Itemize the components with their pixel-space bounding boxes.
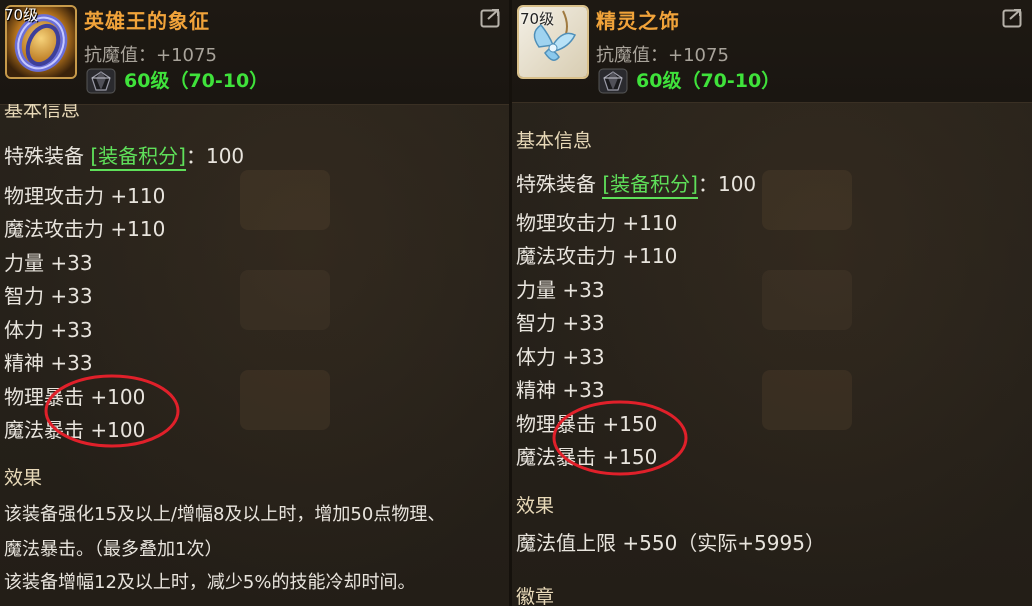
item-level-label: 70级 bbox=[520, 10, 555, 28]
stat-line: 智力 +33 bbox=[516, 311, 605, 335]
black-gem-icon bbox=[86, 68, 116, 94]
item-level-label: 70级 bbox=[4, 6, 39, 24]
item-header: 70级 精灵之饰 抗魔值：+1075 60级（70-10） bbox=[512, 0, 1032, 103]
stat-line: 力量 +33 bbox=[4, 251, 93, 275]
item-header: 70级 英雄王的象征 抗魔值：+1075 60级（70-10） bbox=[0, 0, 510, 105]
special-equipment-line: 特殊装备 [装备积分]：100 bbox=[516, 168, 757, 199]
section-emblem-title: 徽章 bbox=[516, 586, 555, 606]
section-effect-title: 效果 bbox=[516, 495, 555, 517]
special-label: 特殊装备 bbox=[516, 172, 596, 196]
item-tooltip-right: 70级 精灵之饰 抗魔值：+1075 60级（70-10） 基本信息 特殊装备 … bbox=[512, 0, 1032, 606]
stat-line: 精神 +33 bbox=[516, 378, 605, 402]
stat-line: 魔法攻击力 +110 bbox=[4, 217, 166, 241]
special-equipment-line: 特殊装备 [装备积分]：100 bbox=[4, 140, 245, 171]
stat-line: 智力 +33 bbox=[4, 284, 93, 308]
stat-line: 物理暴击 +100 bbox=[4, 385, 146, 409]
item-name: 精灵之饰 bbox=[596, 9, 680, 33]
special-label: 特殊装备 bbox=[4, 144, 84, 168]
section-basic-title: 基本信息 bbox=[516, 130, 593, 152]
effect-line: 魔法值上限 +550（实际+5995） bbox=[516, 531, 825, 555]
section-basic-title: 基本信息 bbox=[4, 104, 81, 118]
score-value: ：100 bbox=[185, 144, 245, 168]
item-grade: 60级（70-10） bbox=[636, 70, 781, 92]
black-gem-icon bbox=[598, 68, 628, 94]
effect-line: 该装备强化15及以上/增幅8及以上时，增加50点物理、 bbox=[4, 504, 446, 525]
stat-line: 魔法暴击 +150 bbox=[516, 445, 658, 469]
section-effect-title: 效果 bbox=[4, 467, 43, 489]
item-tooltip-left: 70级 英雄王的象征 抗魔值：+1075 60级（70-10） 基本信息 特殊装… bbox=[0, 0, 510, 606]
resist-value: 抗魔值：+1075 bbox=[84, 45, 217, 66]
stat-line: 魔法暴击 +100 bbox=[4, 418, 146, 442]
effect-line: 该装备增幅12及以上时，减少5%的技能冷却时间。 bbox=[4, 572, 416, 593]
item-grade: 60级（70-10） bbox=[124, 70, 269, 92]
resist-value: 抗魔值：+1075 bbox=[596, 45, 729, 66]
stat-line: 体力 +33 bbox=[4, 318, 93, 342]
stat-line: 物理暴击 +150 bbox=[516, 412, 658, 436]
stat-line: 物理攻击力 +110 bbox=[516, 211, 678, 235]
stat-line: 力量 +33 bbox=[516, 278, 605, 302]
stat-line: 魔法攻击力 +110 bbox=[516, 244, 678, 268]
share-icon[interactable] bbox=[480, 7, 502, 29]
stat-line: 精神 +33 bbox=[4, 351, 93, 375]
score-value: ：100 bbox=[697, 172, 757, 196]
score-tag[interactable]: [装备积分] bbox=[602, 172, 698, 199]
share-icon[interactable] bbox=[1002, 7, 1024, 29]
item-name: 英雄王的象征 bbox=[84, 9, 210, 33]
score-tag[interactable]: [装备积分] bbox=[90, 144, 186, 171]
stat-line: 体力 +33 bbox=[516, 345, 605, 369]
stat-line: 物理攻击力 +110 bbox=[4, 184, 166, 208]
effect-line: 魔法暴击。（最多叠加1次） bbox=[4, 539, 223, 560]
